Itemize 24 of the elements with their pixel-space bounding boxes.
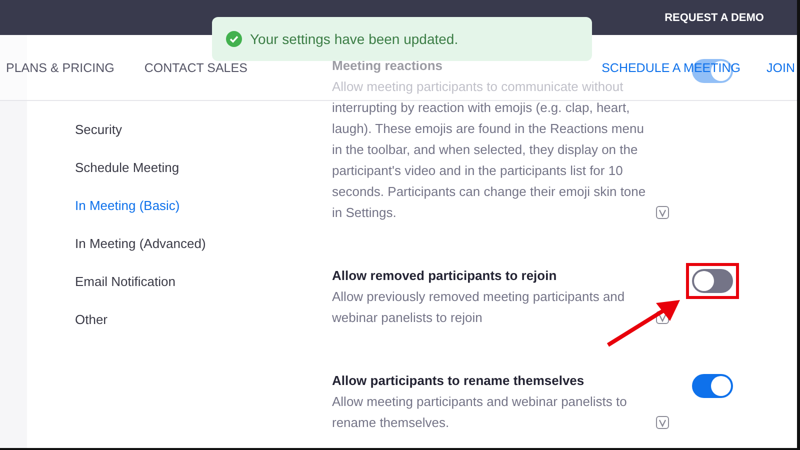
setting-description: Allow meeting participants and webinar panelists to rename themselves. [332, 393, 628, 432]
sidebar-item[interactable]: In Meeting (Basic) [27, 187, 180, 225]
sidebar-item[interactable]: Other [27, 301, 108, 339]
nav-link[interactable]: CONTACT SALES [144, 60, 248, 74]
setting-title: Meeting reactions [332, 57, 443, 75]
sidebar-item[interactable]: Security [27, 111, 122, 149]
toggle-switch[interactable] [692, 269, 733, 293]
nav-link[interactable]: JOIN [766, 60, 795, 74]
nav-link[interactable]: PLANS & PRICING [6, 60, 114, 74]
setting-description: Allow previously removed meeting participants and webinar panelists to rejoin [332, 288, 626, 327]
setting-description: Allow meeting participants to communicate without interrupting by reaction with emojis (e.g. clap, heart, laugh). These emojis are found in the Reactions menu in the toolbar, and when selected, they display on the participant's video and in the participants list for 10 seconds. Participants can change their emoji skin tone in Settings. [332, 78, 647, 222]
check-icon [226, 31, 242, 47]
version-icon [656, 206, 669, 219]
version-icon [656, 416, 669, 429]
sidebar-item[interactable]: In Meeting (Advanced) [27, 225, 206, 263]
request-demo-link[interactable]: REQUEST A DEMO [664, 12, 764, 24]
toggle-switch[interactable] [692, 374, 733, 398]
setting-title: Allow participants to rename themselves [332, 372, 584, 390]
nav-link[interactable]: SCHEDULE A MEETING [602, 60, 741, 74]
sidebar-item[interactable]: Email Notification [27, 263, 176, 301]
sidebar-item[interactable]: Schedule Meeting [27, 149, 180, 187]
setting-title: Allow removed participants to rejoin [332, 267, 557, 285]
version-icon [656, 311, 669, 324]
toast-message: Your settings have been updated. [250, 31, 458, 47]
